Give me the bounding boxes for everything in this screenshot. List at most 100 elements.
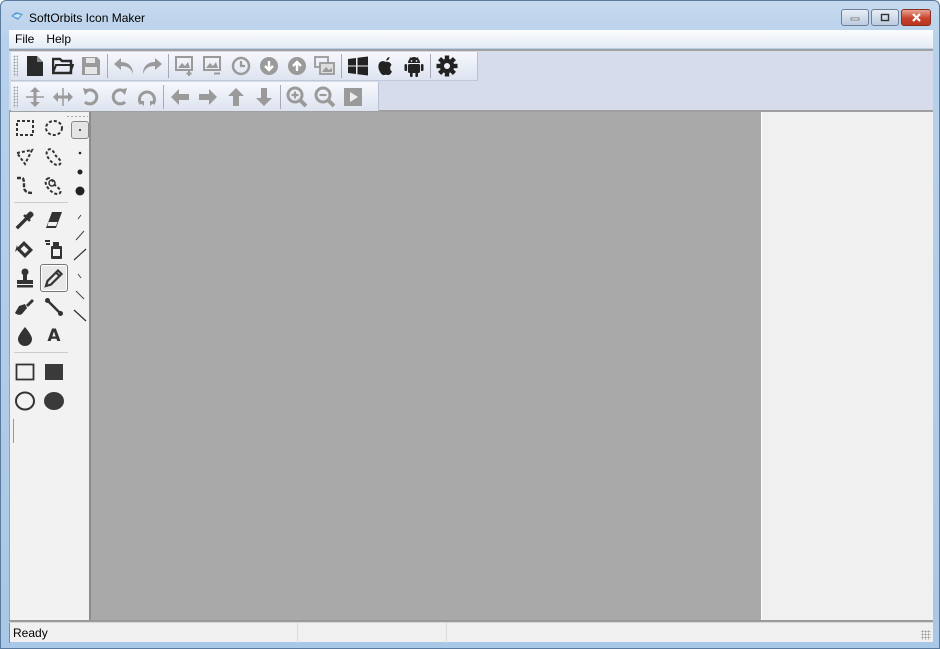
brush-size-4[interactable] (72, 182, 88, 200)
toolbar-separator (107, 54, 108, 78)
color-select-tool[interactable] (41, 173, 67, 199)
line-sample-icon (73, 248, 87, 261)
close-button[interactable] (901, 9, 931, 26)
move-down-button[interactable] (255, 53, 283, 79)
shift-up-button[interactable] (222, 84, 250, 110)
gear-icon (436, 55, 458, 77)
save-button[interactable] (77, 53, 105, 79)
toolbar-grip[interactable] (13, 55, 18, 77)
rect-select-tool[interactable] (12, 115, 38, 141)
rotate-right-icon (111, 87, 127, 105)
add-image-icon (175, 56, 193, 76)
blur-tool[interactable] (12, 323, 38, 349)
menu-help[interactable]: Help (40, 32, 77, 46)
filled-ellipse-tool[interactable] (41, 388, 67, 414)
open-button[interactable] (49, 53, 77, 79)
rotate-left-button[interactable] (77, 84, 105, 110)
ellipse-filled-icon (44, 392, 64, 410)
line-sample-icon (75, 230, 85, 241)
images-button[interactable] (311, 53, 339, 79)
eraser-tool[interactable] (41, 207, 67, 233)
toolbar-separator (280, 84, 281, 109)
android-button[interactable] (400, 53, 428, 79)
settings-button[interactable] (433, 53, 461, 79)
toolbar-grip[interactable] (13, 85, 18, 108)
move-up-button[interactable] (283, 53, 311, 79)
pencil-tool[interactable] (40, 264, 68, 292)
add-image-button[interactable] (171, 53, 199, 79)
panel-grip[interactable] (66, 115, 88, 118)
line-width-2[interactable] (72, 226, 88, 244)
resize-grip[interactable] (921, 630, 931, 640)
toolbar-separator (430, 54, 431, 78)
right-panel (761, 112, 933, 620)
eyedropper-tool[interactable] (12, 207, 38, 233)
line-sample-icon (77, 214, 82, 220)
line-width-3[interactable] (72, 245, 88, 263)
brush-size-2[interactable] (72, 144, 88, 162)
zoom-out-button[interactable] (311, 84, 339, 110)
eyedropper-icon (15, 211, 34, 230)
brush-size-3[interactable] (72, 163, 88, 181)
polygon-select-icon (15, 148, 34, 166)
line-width-6[interactable] (72, 306, 88, 324)
android-icon (404, 57, 424, 77)
rotate-180-button[interactable] (133, 84, 161, 110)
fill-tool[interactable] (12, 236, 38, 262)
dot-icon (77, 169, 83, 175)
shift-right-button[interactable] (194, 84, 222, 110)
app-window: SoftOrbits Icon Maker File Help A Ready (0, 0, 940, 649)
main-toolbar (11, 52, 478, 81)
color-select-icon (44, 177, 62, 196)
maximize-button[interactable] (871, 9, 899, 26)
toolbox-resize-handle[interactable] (13, 419, 14, 443)
rotate-right-button[interactable] (105, 84, 133, 110)
shift-left-button[interactable] (166, 84, 194, 110)
apple-button[interactable] (372, 53, 400, 79)
brush-size-1[interactable] (71, 121, 89, 139)
line-width-1[interactable] (72, 208, 88, 226)
magic-wand-tool[interactable] (12, 173, 38, 199)
redo-button[interactable] (138, 53, 166, 79)
title-bar[interactable]: SoftOrbits Icon Maker (1, 1, 939, 31)
undo-icon (114, 58, 133, 74)
history-button[interactable] (227, 53, 255, 79)
rotate-left-icon (83, 87, 99, 105)
rectangle-tool[interactable] (12, 359, 38, 385)
polygon-select-tool[interactable] (12, 144, 38, 170)
ellipse-tool[interactable] (12, 388, 38, 414)
flip-vertical-button[interactable] (21, 84, 49, 110)
line-width-4[interactable] (72, 267, 88, 285)
undo-button[interactable] (110, 53, 138, 79)
drawing-canvas[interactable] (91, 112, 761, 622)
line-sample-icon (77, 273, 82, 279)
zoom-in-icon (286, 86, 308, 107)
lasso-select-tool[interactable] (41, 144, 67, 170)
status-panel-2 (298, 623, 447, 643)
toolbox-divider (14, 352, 68, 353)
line-width-5[interactable] (72, 286, 88, 304)
minimize-button[interactable] (841, 9, 869, 26)
ellipse-select-tool[interactable] (41, 115, 67, 141)
window-title: SoftOrbits Icon Maker (29, 11, 146, 25)
flip-vertical-icon (26, 86, 44, 107)
magic-wand-icon (17, 176, 34, 195)
line-icon (45, 298, 63, 316)
spray-tool[interactable] (41, 236, 67, 262)
windows-button[interactable] (344, 53, 372, 79)
filled-rectangle-tool[interactable] (41, 359, 67, 385)
shift-down-button[interactable] (250, 84, 278, 110)
new-button[interactable] (21, 53, 49, 79)
remove-image-button[interactable] (199, 53, 227, 79)
brush-tool[interactable] (12, 294, 38, 320)
text-tool[interactable]: A (41, 323, 67, 349)
flip-horizontal-button[interactable] (49, 84, 77, 110)
zoom-in-button[interactable] (283, 84, 311, 110)
toolbox-panel: A (9, 112, 91, 622)
stamp-tool[interactable] (12, 265, 38, 291)
text-icon: A (47, 326, 61, 346)
rectangle-filled-icon (45, 364, 63, 380)
line-tool[interactable] (41, 294, 67, 320)
menu-file[interactable]: File (9, 32, 40, 46)
preview-button[interactable] (339, 84, 367, 110)
